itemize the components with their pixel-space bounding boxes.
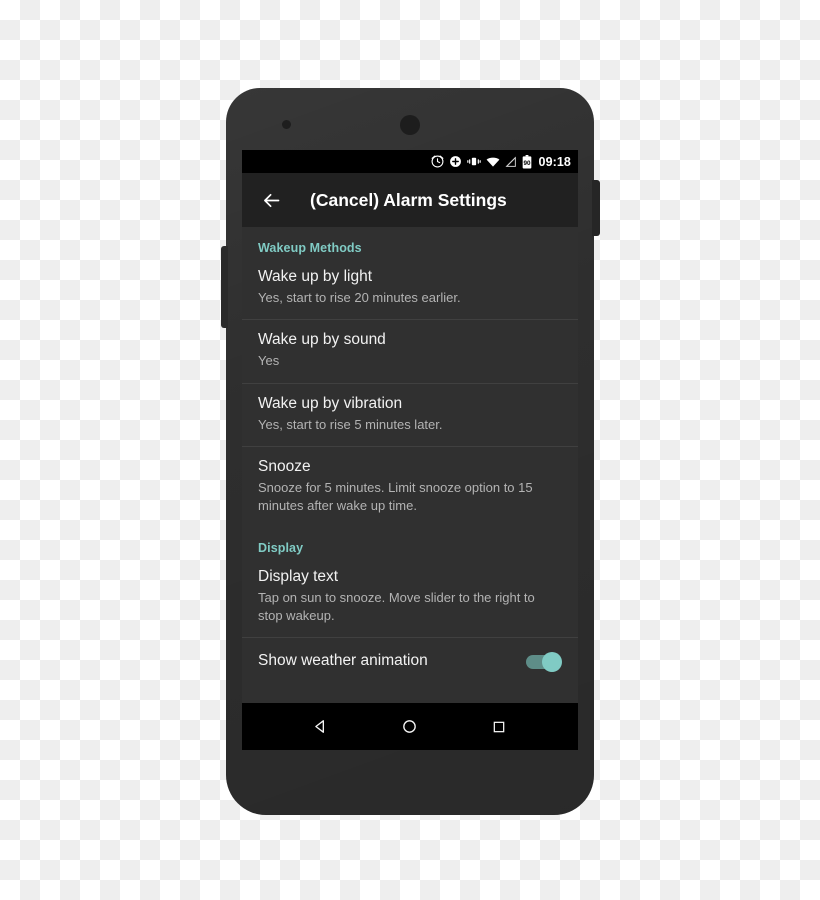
battery-icon: 90 [522, 154, 531, 168]
list-item[interactable]: Show weather animation [242, 638, 578, 685]
page-title: (Cancel) Alarm Settings [310, 189, 507, 210]
phone-screen: 90 09:18 (Cancel) Alarm Settings Wakeup … [242, 150, 578, 750]
setting-title: Display text [258, 568, 339, 586]
vibrate-icon [466, 157, 481, 166]
list-item[interactable]: Wake up by light Yes, start to rise 20 m… [242, 257, 578, 319]
back-arrow-icon [263, 193, 279, 207]
weather-animation-toggle[interactable] [526, 651, 562, 672]
back-triangle-icon [315, 720, 325, 733]
setting-title: Snooze [258, 458, 311, 476]
nav-recents-button[interactable] [479, 707, 519, 747]
recents-square-icon [494, 721, 505, 732]
list-item[interactable]: Wake up by vibration Yes, start to rise … [242, 384, 578, 446]
alarm-clock-icon [431, 155, 443, 168]
list-item[interactable]: Snooze Snooze for 5 minutes. Limit snooz… [242, 447, 578, 527]
toggle-thumb [542, 651, 562, 672]
back-navigation-button[interactable] [258, 187, 284, 213]
home-circle-icon [403, 720, 417, 733]
setting-title: Wake up by sound [258, 331, 386, 349]
proximity-sensor-icon [282, 120, 291, 129]
setting-summary: Tap on sun to snooze. Move slider to the… [258, 590, 535, 623]
nav-home-button[interactable] [390, 707, 430, 747]
power-button[interactable] [592, 180, 600, 236]
do-not-disturb-plus-icon [449, 156, 461, 167]
app-toolbar: (Cancel) Alarm Settings [242, 173, 578, 227]
setting-summary: Snooze for 5 minutes. Limit snooze optio… [258, 480, 533, 513]
setting-title: Show weather animation [258, 652, 428, 670]
section-header-display: Display [258, 541, 304, 556]
section-header-wakeup-methods: Wakeup Methods [258, 241, 362, 255]
phone-device-mockup: 90 09:18 (Cancel) Alarm Settings Wakeup … [221, 88, 600, 815]
front-camera-icon [400, 115, 420, 135]
settings-list[interactable]: Wakeup Methods Wake up by light Yes, sta… [242, 227, 578, 750]
status-bar: 90 09:18 [242, 150, 578, 173]
wifi-icon [486, 157, 499, 167]
list-item[interactable]: Wake up by sound Yes [242, 320, 578, 382]
nav-back-button[interactable] [301, 707, 341, 747]
status-bar-clock: 09:18 [538, 154, 571, 169]
no-signal-icon [504, 155, 516, 167]
setting-title: Wake up by vibration [258, 394, 403, 412]
android-navigation-bar [242, 703, 578, 750]
setting-summary: Yes, start to rise 5 minutes later. [258, 416, 443, 432]
battery-level-label: 90 [523, 160, 531, 167]
setting-summary: Yes, start to rise 20 minutes earlier. [258, 289, 461, 305]
setting-title: Wake up by light [258, 268, 373, 285]
list-item[interactable]: Display text Tap on sun to snooze. Move … [242, 557, 578, 637]
setting-summary: Yes [258, 353, 280, 369]
volume-button[interactable] [221, 246, 228, 328]
